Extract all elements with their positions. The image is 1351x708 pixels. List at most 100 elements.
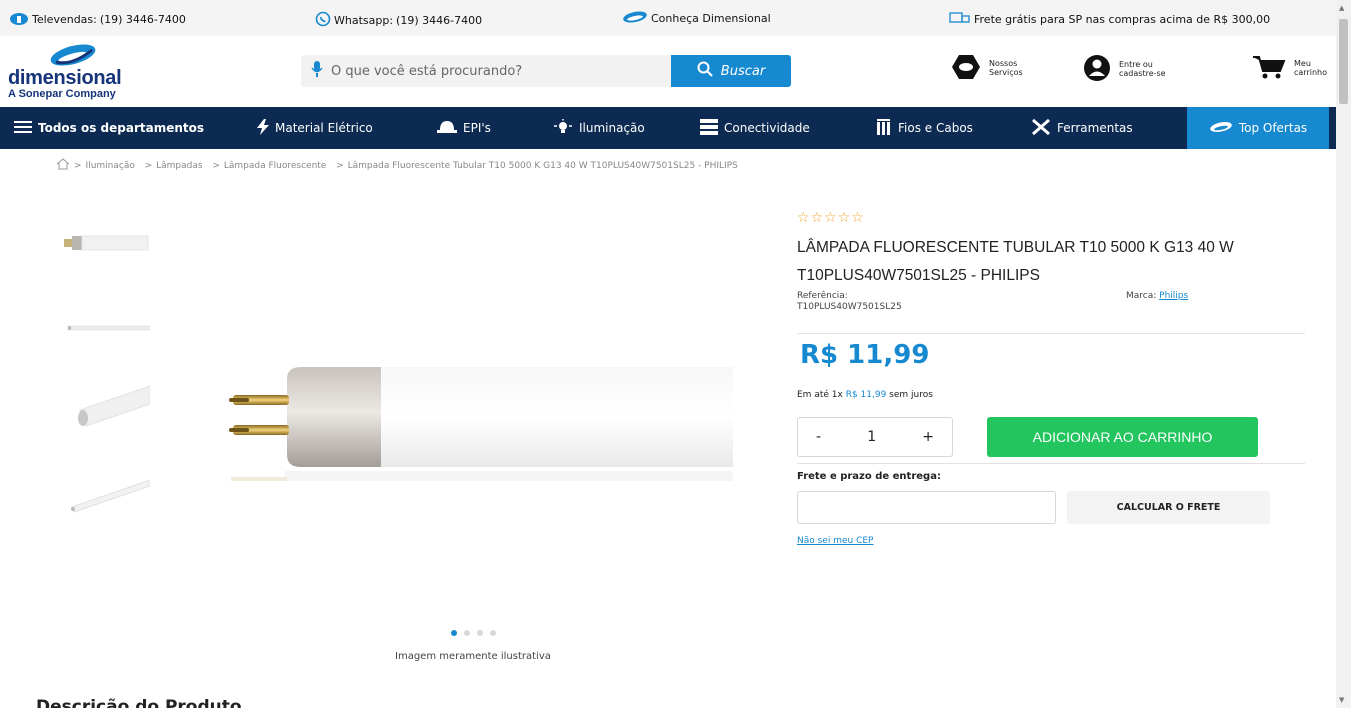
account-line1: Entre ou (1119, 60, 1153, 69)
qty-value[interactable]: 1 (867, 429, 876, 445)
add-to-cart-button[interactable]: ADICIONAR AO CARRINHO (987, 417, 1258, 457)
bolt-icon (257, 118, 269, 138)
nav-conectividade[interactable]: Conectividade (700, 107, 810, 149)
nav-epis-label: EPI's (463, 121, 491, 135)
nav-epis[interactable]: EPI's (437, 107, 491, 149)
whatsapp-icon (315, 11, 331, 30)
divider (797, 463, 1305, 464)
description-title: Descrição do Produto (36, 697, 242, 708)
scroll-up-icon[interactable]: ▲ (1339, 4, 1344, 12)
dimensional-logo[interactable]: dimensional A Sonepar Company (8, 42, 158, 102)
nav-ferramentas[interactable]: Ferramentas (1031, 107, 1133, 149)
nav-top-ofertas[interactable]: Top Ofertas (1187, 107, 1329, 149)
cart-link[interactable]: Meu carrinho (1252, 54, 1327, 82)
breadcrumb-item[interactable]: Lâmpada Fluorescente (224, 161, 327, 171)
cep-input[interactable] (797, 491, 1056, 524)
carousel-dot[interactable] (464, 630, 470, 636)
microphone-icon[interactable] (311, 61, 323, 81)
dimensional-swoosh-icon (1209, 121, 1233, 136)
bulb-icon (553, 118, 573, 138)
thumbnail-4[interactable] (58, 462, 151, 522)
carousel-dot[interactable] (490, 630, 496, 636)
divider (797, 333, 1305, 334)
phone-headset-icon (9, 11, 29, 28)
thumbnail-3[interactable] (58, 380, 151, 440)
cep-help-link[interactable]: Não sei meu CEP (797, 536, 873, 546)
televendas-number: (19) 3446-7400 (99, 13, 186, 26)
scroll-down-icon[interactable]: ▼ (1339, 696, 1344, 704)
breadcrumb: > Iluminação > Lâmpadas > Lâmpada Fluore… (56, 158, 738, 173)
top-info-bar: Televendas: (19) 3446-7400 Whatsapp: (19… (0, 0, 1336, 36)
nav-iluminacao[interactable]: Iluminação (553, 107, 645, 149)
search-button[interactable]: Buscar (671, 55, 791, 87)
cart-line1: Meu (1294, 59, 1311, 68)
nav-fios-cabos-label: Fios e Cabos (898, 121, 973, 135)
televendas[interactable]: Televendas: (19) 3446-7400 (9, 11, 186, 28)
nav-fios-cabos[interactable]: Fios e Cabos (876, 107, 973, 149)
search-input[interactable]: O que você está procurando? (301, 55, 671, 87)
tools-icon (1031, 118, 1051, 139)
nav-top-ofertas-label: Top Ofertas (1238, 121, 1308, 135)
logo-swoosh-icon (50, 44, 96, 66)
conheca-text: Conheça Dimensional (651, 12, 771, 25)
televendas-label: Televendas: (32, 13, 97, 26)
whatsapp-label: Whatsapp: (334, 14, 394, 27)
dimensional-logo-icon (622, 11, 648, 26)
carousel-dot[interactable] (477, 630, 483, 636)
frete-text: Frete grátis para SP nas compras acima d… (974, 13, 1271, 26)
image-note: Imagem meramente ilustrativa (395, 651, 551, 662)
qty-plus-button[interactable]: + (922, 429, 934, 445)
thumbnail-1[interactable] (58, 214, 150, 274)
site-header: dimensional A Sonepar Company O que você… (0, 36, 1336, 107)
servicos-line2: Serviços (989, 68, 1023, 77)
logo-subtitle: A Sonepar Company (8, 88, 116, 100)
services-icon (951, 54, 981, 82)
page-scrollbar[interactable]: ▲ ▼ (1336, 0, 1351, 708)
nav-material-eletrico[interactable]: Material Elétrico (257, 107, 373, 149)
installment-info: Em até 1x R$ 11,99 sem juros (797, 390, 933, 400)
network-icon (700, 118, 718, 138)
account-link[interactable]: Entre ou cadastre-se (1083, 54, 1166, 84)
brand-link[interactable]: Philips (1159, 291, 1188, 301)
scrollbar-thumb[interactable] (1339, 19, 1348, 104)
product-main-image[interactable] (225, 355, 733, 495)
calculate-shipping-button[interactable]: CALCULAR O FRETE (1067, 491, 1270, 524)
frete-label: Frete e prazo de entrega: (797, 471, 941, 482)
nav-iluminacao-label: Iluminação (579, 121, 645, 135)
conheca-link[interactable]: Conheça Dimensional (622, 11, 771, 26)
quantity-stepper[interactable]: - 1 + (797, 417, 953, 457)
cart-line2: carrinho (1294, 68, 1327, 77)
reference-value: T10PLUS40W7501SL25 (797, 302, 902, 312)
search-button-label: Buscar (720, 63, 766, 79)
qty-minus-button[interactable]: - (816, 429, 821, 445)
frete-banner: Frete grátis para SP nas compras acima d… (949, 11, 1270, 28)
rating-stars[interactable]: ☆☆☆☆☆ (797, 210, 865, 226)
nav-todos-departamentos[interactable]: Todos os departamentos (14, 107, 204, 149)
image-carousel-dots (451, 630, 496, 636)
product-title: LÂMPADA FLUORESCENTE TUBULAR T10 5000 K … (797, 239, 1234, 284)
whatsapp[interactable]: Whatsapp: (19) 3446-7400 (315, 11, 482, 30)
brand: Marca: Philips (1126, 291, 1188, 301)
menu-icon (14, 120, 32, 136)
breadcrumb-item[interactable]: Iluminação (86, 161, 135, 171)
truck-icon (949, 11, 971, 28)
carousel-dot[interactable] (451, 630, 457, 636)
search-icon (697, 61, 713, 81)
main-nav: Todos os departamentos Material Elétrico… (0, 107, 1336, 149)
installment-prefix: Em até 1x (797, 390, 843, 400)
servicos-line1: Nossos (989, 59, 1018, 68)
breadcrumb-item[interactable]: Lâmpadas (156, 161, 202, 171)
breadcrumb-current: Lâmpada Fluorescente Tubular T10 5000 K … (347, 160, 738, 171)
account-line2: cadastre-se (1119, 69, 1166, 78)
search-placeholder: O que você está procurando? (331, 63, 523, 79)
product-price: R$ 11,99 (800, 340, 930, 370)
helmet-icon (437, 120, 457, 137)
user-icon (1083, 54, 1111, 84)
nav-todos-label: Todos os departamentos (38, 121, 205, 135)
reference-label: Referência: (797, 291, 848, 301)
nossos-servicos-link[interactable]: Nossos Serviços (951, 54, 1023, 82)
home-icon[interactable] (56, 158, 70, 173)
thumbnail-2[interactable] (58, 298, 151, 358)
installment-value: R$ 11,99 (845, 390, 887, 400)
installment-suffix: sem juros (889, 390, 933, 400)
